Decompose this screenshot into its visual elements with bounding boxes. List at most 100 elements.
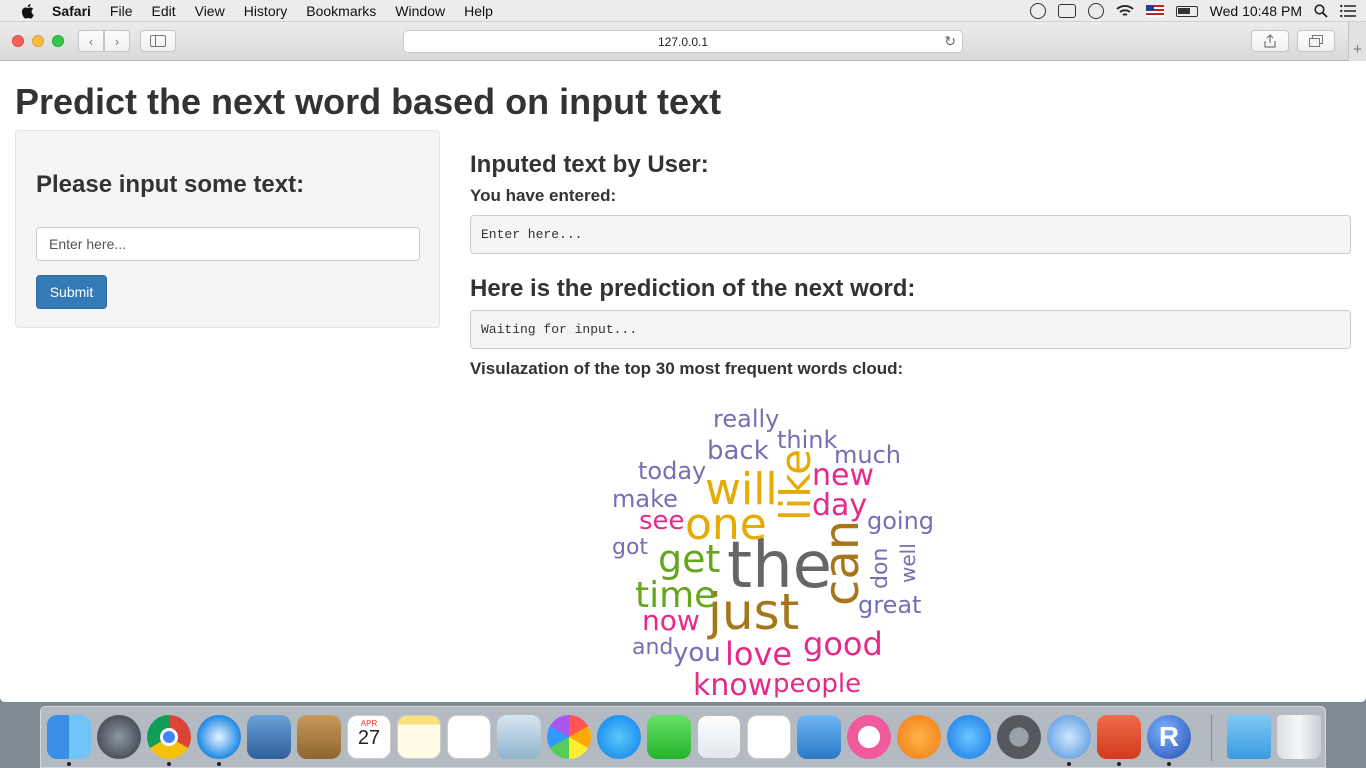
input-source-flag-icon[interactable] xyxy=(1145,5,1164,17)
entered-label: You have entered: xyxy=(470,186,617,205)
dock-photos[interactable] xyxy=(547,715,591,759)
word-cloud: the just can one will like get time good love know… xyxy=(590,391,960,702)
tabs-overview-button[interactable] xyxy=(1297,30,1335,52)
input-panel-heading: Please input some text: xyxy=(36,171,305,198)
dock-photo-booth[interactable] xyxy=(497,715,541,759)
dock-keynote[interactable] xyxy=(797,715,841,759)
dock-itunes[interactable] xyxy=(847,715,891,759)
cloud-word-people: people xyxy=(773,669,862,699)
word-cloud-label: Visulazation of the top 30 most frequent… xyxy=(470,359,904,378)
dock-chrome[interactable] xyxy=(147,715,191,759)
dock: APR 27 R xyxy=(40,706,1326,768)
input-panel: Please input some text: Submit xyxy=(15,130,440,328)
menu-view[interactable]: View xyxy=(195,3,225,19)
dock-network-lock[interactable] xyxy=(1047,715,1091,759)
dock-downloads-folder[interactable] xyxy=(1227,715,1271,759)
cloud-word-think: think xyxy=(777,426,838,454)
browser-toolbar: ‹ › 127.0.0.1 ↻ + xyxy=(0,22,1366,61)
dock-safari[interactable] xyxy=(197,715,241,759)
zoom-window-button[interactable] xyxy=(52,35,64,47)
wifi-icon[interactable] xyxy=(1116,4,1134,18)
plus-icon: + xyxy=(1353,41,1362,58)
menu-clock[interactable]: Wed 10:48 PM xyxy=(1210,3,1302,19)
apple-menu-icon[interactable] xyxy=(18,3,38,19)
chevron-left-icon: ‹ xyxy=(88,33,94,49)
close-window-button[interactable] xyxy=(12,35,24,47)
minimize-window-button[interactable] xyxy=(32,35,44,47)
dock-system-preferences[interactable] xyxy=(997,715,1041,759)
menu-edit[interactable]: Edit xyxy=(151,3,175,19)
dock-remote-desktop[interactable] xyxy=(1097,715,1141,759)
dock-app-store[interactable] xyxy=(947,715,991,759)
dock-trash[interactable] xyxy=(1277,715,1321,759)
forward-button[interactable]: › xyxy=(104,30,130,52)
calendar-day: 27 xyxy=(357,727,381,749)
cloud-word-today: today xyxy=(638,457,707,485)
menu-bookmarks[interactable]: Bookmarks xyxy=(306,3,376,19)
text-input[interactable] xyxy=(36,227,420,261)
running-indicator xyxy=(1117,762,1121,766)
prediction-output: Waiting for input... xyxy=(470,310,1351,349)
status-screen-icon[interactable] xyxy=(1057,4,1076,18)
sidebar-icon xyxy=(150,35,166,47)
status-sync-icon[interactable] xyxy=(1029,3,1046,19)
cloud-word-just: just xyxy=(708,583,800,641)
dock-r[interactable]: R xyxy=(1147,715,1191,759)
menu-file[interactable]: File xyxy=(110,3,133,19)
spotlight-search-icon[interactable] xyxy=(1314,4,1328,18)
running-indicator xyxy=(167,762,171,766)
dock-facetime[interactable] xyxy=(647,715,691,759)
submit-button[interactable]: Submit xyxy=(36,275,107,309)
share-icon xyxy=(1264,34,1276,48)
cloud-word-know: know xyxy=(693,668,773,702)
address-bar[interactable]: 127.0.0.1 ↻ xyxy=(403,30,963,53)
menu-window[interactable]: Window xyxy=(395,3,445,19)
page-title: Predict the next word based on input tex… xyxy=(15,81,722,122)
tabs-icon xyxy=(1309,35,1323,47)
new-tab-button[interactable]: + xyxy=(1348,22,1366,61)
dock-notes[interactable] xyxy=(397,715,441,759)
dock-preview[interactable] xyxy=(247,715,291,759)
address-url: 127.0.0.1 xyxy=(657,34,709,49)
cloud-word-now: now xyxy=(642,604,700,637)
notification-center-icon[interactable] xyxy=(1340,4,1356,18)
r-letter: R xyxy=(1158,721,1180,752)
cloud-word-love: love xyxy=(725,635,793,673)
dock-messages[interactable] xyxy=(597,715,641,759)
menu-bar: Safari File Edit View History Bookmarks … xyxy=(0,0,1366,22)
share-button[interactable] xyxy=(1251,30,1289,52)
cloud-word-like: like xyxy=(771,448,820,521)
web-page: Predict the next word based on input tex… xyxy=(0,61,1366,702)
time-machine-icon[interactable] xyxy=(1087,3,1104,19)
entered-text-output: Enter here... xyxy=(470,215,1351,254)
browser-window: ‹ › 127.0.0.1 ↻ + Predict the next word … xyxy=(0,22,1366,702)
cloud-word-back: back xyxy=(707,436,769,466)
running-indicator xyxy=(1167,762,1171,766)
menu-app-name[interactable]: Safari xyxy=(52,3,91,19)
running-indicator xyxy=(217,762,221,766)
cloud-word-got: got xyxy=(612,535,649,560)
cloud-word-get: get xyxy=(658,537,721,581)
dock-ibooks[interactable] xyxy=(897,715,941,759)
battery-icon[interactable] xyxy=(1175,5,1198,17)
inputted-text-heading: Inputed text by User: xyxy=(470,151,709,178)
dock-pages[interactable] xyxy=(697,715,741,759)
cloud-word-much: much xyxy=(834,441,901,469)
dock-reminders[interactable] xyxy=(447,715,491,759)
menu-help[interactable]: Help xyxy=(464,3,493,19)
cloud-word-and: and xyxy=(632,635,674,660)
cloud-word-great: great xyxy=(858,591,922,619)
reload-icon[interactable]: ↻ xyxy=(944,33,956,50)
dock-calendar[interactable]: APR 27 xyxy=(347,715,391,759)
running-indicator xyxy=(67,762,71,766)
dock-launchpad[interactable] xyxy=(97,715,141,759)
cloud-word-well: well xyxy=(896,543,920,583)
sidebar-toggle-button[interactable] xyxy=(140,30,176,52)
dock-finder[interactable] xyxy=(47,715,91,759)
dock-numbers[interactable] xyxy=(747,715,791,759)
back-button[interactable]: ‹ xyxy=(78,30,104,52)
cloud-word-going: going xyxy=(867,507,935,535)
prediction-heading: Here is the prediction of the next word: xyxy=(470,275,916,302)
menu-history[interactable]: History xyxy=(244,3,288,19)
dock-contacts[interactable] xyxy=(297,715,341,759)
